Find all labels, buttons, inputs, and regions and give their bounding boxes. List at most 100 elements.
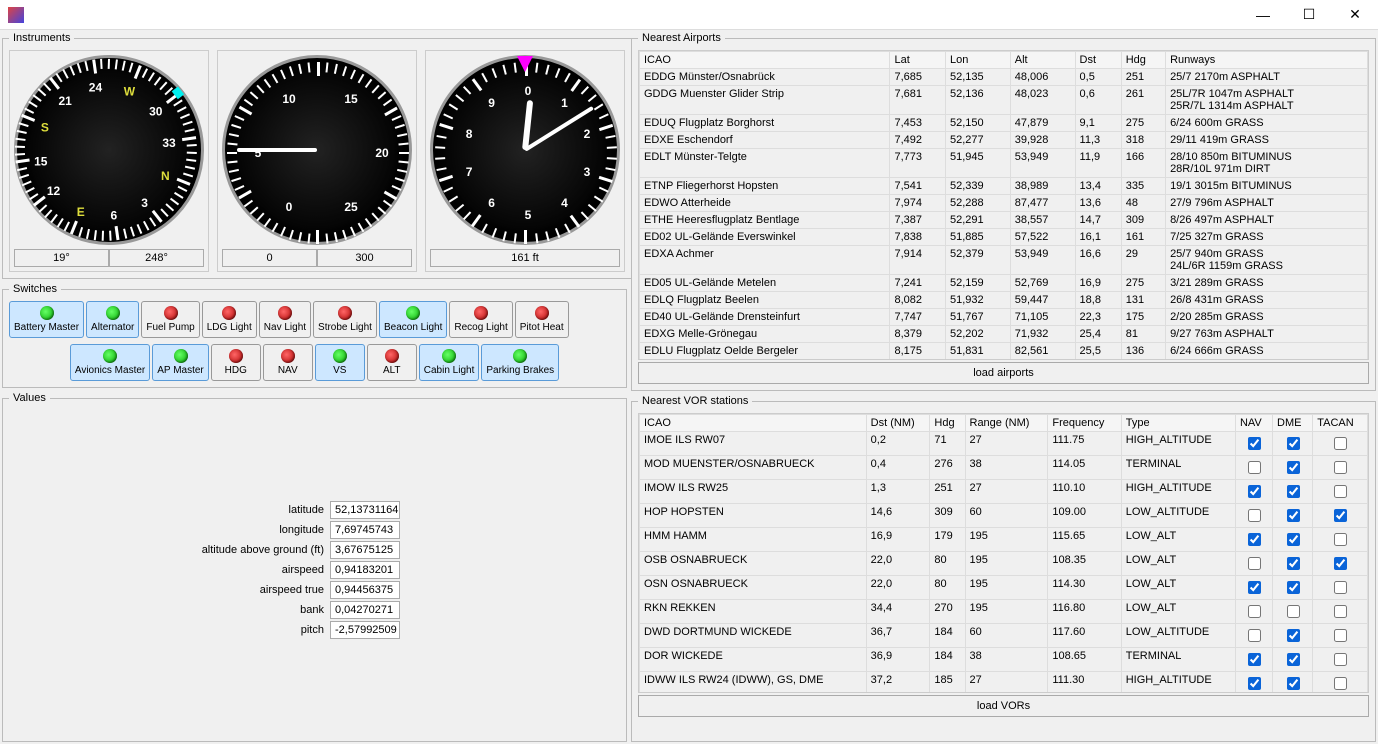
table-row[interactable]: DOR WICKEDE36,918438108.65TERMINAL xyxy=(640,648,1368,672)
switch-cabin-light[interactable]: Cabin Light xyxy=(419,344,480,381)
nav-checkbox[interactable] xyxy=(1248,509,1261,522)
airports-header[interactable]: Dst xyxy=(1075,52,1121,69)
nav-checkbox[interactable] xyxy=(1248,437,1261,450)
vor-header[interactable]: NAV xyxy=(1235,415,1272,432)
vor-header[interactable]: Range (NM) xyxy=(965,415,1048,432)
switch-ap-master[interactable]: AP Master xyxy=(152,344,209,381)
dme-checkbox[interactable] xyxy=(1287,437,1300,450)
dme-checkbox[interactable] xyxy=(1287,629,1300,642)
tacan-checkbox[interactable] xyxy=(1334,461,1347,474)
tacan-checkbox[interactable] xyxy=(1334,581,1347,594)
table-row[interactable]: EDUQ Flugplatz Borghorst7,45352,15047,87… xyxy=(640,115,1368,132)
vor-header[interactable]: Hdg xyxy=(930,415,965,432)
tacan-checkbox[interactable] xyxy=(1334,509,1347,522)
nav-checkbox[interactable] xyxy=(1248,485,1261,498)
switch-alt[interactable]: ALT xyxy=(367,344,417,381)
vor-header[interactable]: ICAO xyxy=(640,415,867,432)
airports-header[interactable]: ICAO xyxy=(640,52,890,69)
tacan-checkbox[interactable] xyxy=(1334,533,1347,546)
switch-vs[interactable]: VS xyxy=(315,344,365,381)
tacan-checkbox[interactable] xyxy=(1334,485,1347,498)
table-row[interactable]: IDWW ILS RW24 (IDWW), GS, DME37,21852711… xyxy=(640,672,1368,694)
tacan-checkbox[interactable] xyxy=(1334,653,1347,666)
nav-checkbox[interactable] xyxy=(1248,629,1261,642)
airports-table-wrap[interactable]: ICAOLatLonAltDstHdgRunwaysEDDG Münster/O… xyxy=(638,50,1369,360)
dme-checkbox[interactable] xyxy=(1287,509,1300,522)
table-row[interactable]: EDXG Melle-Grönegau8,37952,20271,93225,4… xyxy=(640,326,1368,343)
vor-header[interactable]: TACAN xyxy=(1313,415,1368,432)
airports-header[interactable]: Runways xyxy=(1166,52,1368,69)
table-row[interactable]: ETNP Fliegerhorst Hopsten7,54152,33938,9… xyxy=(640,178,1368,195)
dme-checkbox[interactable] xyxy=(1287,605,1300,618)
switch-nav[interactable]: NAV xyxy=(263,344,313,381)
maximize-button[interactable]: ☐ xyxy=(1286,0,1332,30)
nav-checkbox[interactable] xyxy=(1248,461,1261,474)
close-button[interactable]: ✕ xyxy=(1332,0,1378,30)
minimize-button[interactable]: — xyxy=(1240,0,1286,30)
dme-checkbox[interactable] xyxy=(1287,677,1300,690)
switch-recog-light[interactable]: Recog Light xyxy=(449,301,512,338)
tacan-checkbox[interactable] xyxy=(1334,629,1347,642)
airports-header[interactable]: Hdg xyxy=(1121,52,1165,69)
load-airports-button[interactable]: load airports xyxy=(638,362,1369,384)
vor-header[interactable]: Frequency xyxy=(1048,415,1121,432)
table-row[interactable]: EDLT Münster-Telgte7,77351,94553,94911,9… xyxy=(640,149,1368,178)
switch-strobe-light[interactable]: Strobe Light xyxy=(313,301,377,338)
nav-checkbox[interactable] xyxy=(1248,677,1261,690)
tacan-checkbox[interactable] xyxy=(1334,557,1347,570)
table-row[interactable]: DWD DORTMUND WICKEDE36,718460117.60LOW_A… xyxy=(640,624,1368,648)
dme-checkbox[interactable] xyxy=(1287,461,1300,474)
nav-checkbox[interactable] xyxy=(1248,581,1261,594)
tacan-checkbox[interactable] xyxy=(1334,677,1347,690)
switch-parking-brakes[interactable]: Parking Brakes xyxy=(481,344,559,381)
tacan-checkbox[interactable] xyxy=(1334,437,1347,450)
switch-hdg[interactable]: HDG xyxy=(211,344,261,381)
switch-fuel-pump[interactable]: Fuel Pump xyxy=(141,301,199,338)
table-row[interactable]: EDXA Achmer7,91452,37953,94916,62925/7 9… xyxy=(640,246,1368,275)
table-row[interactable]: OSN OSNABRUECK22,080195114.30LOW_ALT xyxy=(640,576,1368,600)
table-row[interactable]: EDLQ Flugplatz Beelen8,08251,93259,44718… xyxy=(640,292,1368,309)
table-row[interactable]: EDDG Münster/Osnabrück7,68552,13548,0060… xyxy=(640,69,1368,86)
vor-header[interactable]: DME xyxy=(1273,415,1313,432)
table-row[interactable]: GDDG Muenster Glider Strip7,68152,13648,… xyxy=(640,86,1368,115)
tacan-checkbox[interactable] xyxy=(1334,605,1347,618)
table-row[interactable]: EDWO Atterheide7,97452,28887,47713,64827… xyxy=(640,195,1368,212)
dme-checkbox[interactable] xyxy=(1287,557,1300,570)
vor-header[interactable]: Dst (NM) xyxy=(866,415,930,432)
load-vors-button[interactable]: load VORs xyxy=(638,695,1369,717)
nav-checkbox[interactable] xyxy=(1248,605,1261,618)
table-row[interactable]: HMM HAMM16,9179195115.65LOW_ALT xyxy=(640,528,1368,552)
table-row[interactable]: EDLU Flugplatz Oelde Bergeler8,17551,831… xyxy=(640,343,1368,360)
table-row[interactable]: ED05 UL-Gelände Metelen7,24152,15952,769… xyxy=(640,275,1368,292)
switch-avionics-master[interactable]: Avionics Master xyxy=(70,344,150,381)
dme-checkbox[interactable] xyxy=(1287,653,1300,666)
table-row[interactable]: RKN REKKEN34,4270195116.80LOW_ALT xyxy=(640,600,1368,624)
nav-checkbox[interactable] xyxy=(1248,557,1261,570)
dme-checkbox[interactable] xyxy=(1287,581,1300,594)
switch-beacon-light[interactable]: Beacon Light xyxy=(379,301,447,338)
table-row[interactable]: HOP HOPSTEN14,630960109.00LOW_ALTITUDE xyxy=(640,504,1368,528)
airports-header[interactable]: Lon xyxy=(945,52,1010,69)
switch-nav-light[interactable]: Nav Light xyxy=(259,301,311,338)
airports-header[interactable]: Alt xyxy=(1010,52,1075,69)
table-row[interactable]: ED40 UL-Gelände Drensteinfurt7,74751,767… xyxy=(640,309,1368,326)
table-row[interactable]: IMOW ILS RW251,325127110.10HIGH_ALTITUDE xyxy=(640,480,1368,504)
vor-table-wrap[interactable]: ICAODst (NM)HdgRange (NM)FrequencyTypeNA… xyxy=(638,413,1369,693)
nav-checkbox[interactable] xyxy=(1248,653,1261,666)
table-row[interactable]: IMOE ILS RW070,27127111.75HIGH_ALTITUDE xyxy=(640,432,1368,456)
nav-checkbox[interactable] xyxy=(1248,533,1261,546)
switch-pitot-heat[interactable]: Pitot Heat xyxy=(515,301,569,338)
table-row[interactable]: ETHE Heeresflugplatz Bentlage7,38752,291… xyxy=(640,212,1368,229)
switch-alternator[interactable]: Alternator xyxy=(86,301,139,338)
table-row[interactable]: EDXE Eschendorf7,49252,27739,92811,33182… xyxy=(640,132,1368,149)
switch-battery-master[interactable]: Battery Master xyxy=(9,301,84,338)
dme-checkbox[interactable] xyxy=(1287,485,1300,498)
table-row[interactable]: MOD MUENSTER/OSNABRUECK0,427638114.05TER… xyxy=(640,456,1368,480)
table-row[interactable]: OSB OSNABRUECK22,080195108.35LOW_ALT xyxy=(640,552,1368,576)
switch-ldg-light[interactable]: LDG Light xyxy=(202,301,257,338)
vor-header[interactable]: Type xyxy=(1121,415,1235,432)
airports-header[interactable]: Lat xyxy=(890,52,945,69)
dme-checkbox[interactable] xyxy=(1287,533,1300,546)
table-row[interactable]: ED02 UL-Gelände Everswinkel7,83851,88557… xyxy=(640,229,1368,246)
switch-label: HDG xyxy=(225,365,247,376)
